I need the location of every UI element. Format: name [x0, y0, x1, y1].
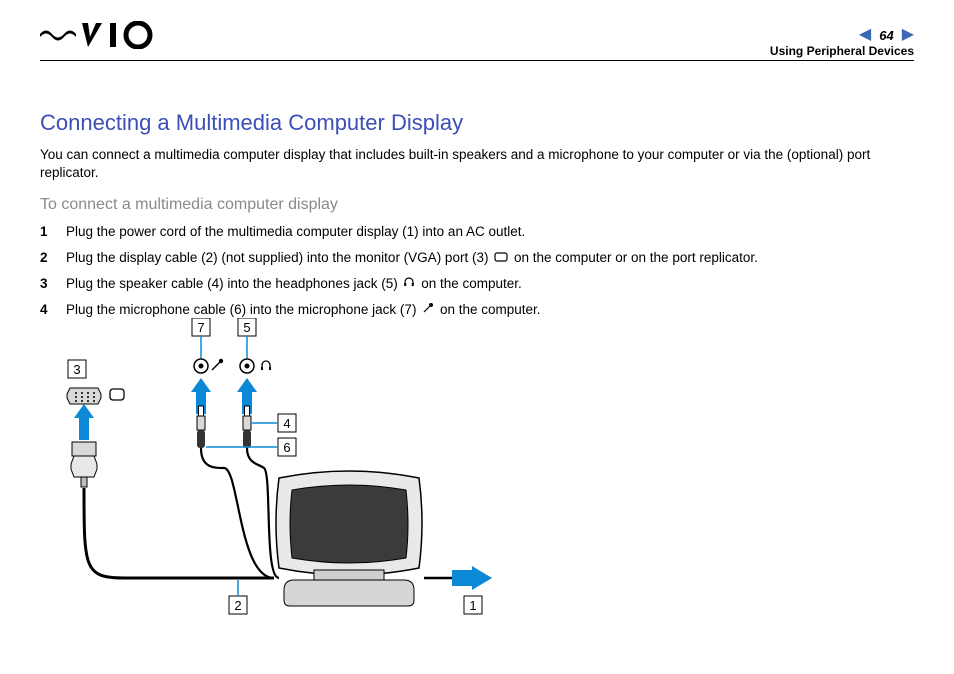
- steps-list: 1 Plug the power cord of the multimedia …: [40, 222, 914, 321]
- page-nav: ◀ 64 ▶: [859, 27, 914, 43]
- step-2: 2 Plug the display cable (2) (not suppli…: [40, 248, 914, 269]
- svg-text:4: 4: [283, 416, 290, 431]
- procedure-heading: To connect a multimedia computer display: [40, 196, 914, 214]
- step-1: 1 Plug the power cord of the multimedia …: [40, 222, 914, 243]
- manual-page: ◀ 64 ▶ Using Peripheral Devices Connecti…: [0, 0, 954, 674]
- multimedia-display-icon: [276, 471, 422, 606]
- step-text: Plug the display cable (2) (not supplied…: [66, 248, 758, 269]
- page-title: Connecting a Multimedia Computer Display: [40, 110, 914, 136]
- svg-text:6: 6: [283, 440, 290, 455]
- connection-diagram: 3 7 5: [64, 318, 524, 618]
- svg-text:7: 7: [197, 320, 204, 335]
- page-number: 64: [877, 28, 895, 43]
- page-content: Connecting a Multimedia Computer Display…: [40, 110, 914, 326]
- svg-text:1: 1: [469, 598, 476, 613]
- svg-text:3: 3: [73, 362, 80, 377]
- svg-text:2: 2: [234, 598, 241, 613]
- prev-page-button[interactable]: ◀: [859, 27, 871, 43]
- step-text: Plug the power cord of the multimedia co…: [66, 222, 525, 243]
- intro-paragraph: You can connect a multimedia computer di…: [40, 146, 914, 182]
- step-3: 3 Plug the speaker cable (4) into the he…: [40, 274, 914, 295]
- header-rule: [40, 60, 914, 61]
- monitor-port-icon: [494, 248, 508, 269]
- section-title: Using Peripheral Devices: [770, 44, 914, 58]
- vaio-logo: [40, 21, 180, 49]
- svg-text:5: 5: [243, 320, 250, 335]
- step-text: Plug the speaker cable (4) into the head…: [66, 274, 522, 295]
- next-page-button[interactable]: ▶: [902, 27, 914, 43]
- headphones-icon: [403, 274, 415, 295]
